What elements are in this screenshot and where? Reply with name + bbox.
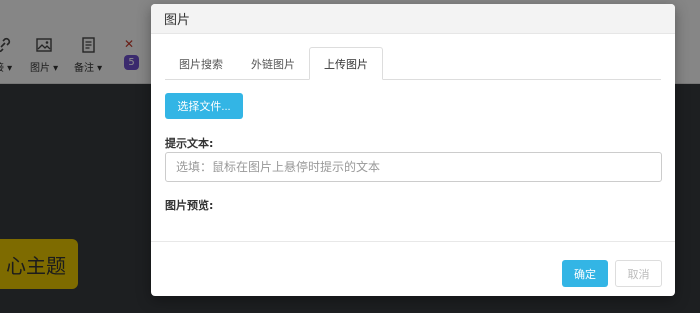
cancel-button[interactable]: 取消: [615, 260, 662, 287]
tab-external-link[interactable]: 外链图片: [237, 47, 309, 80]
image-dialog: 图片 图片搜索 外链图片 上传图片 选择文件... 提示文本: 图片预览: 确定…: [151, 4, 675, 296]
app-stage: 接 ▾ 图片 ▾ 备注 ▾ ✕ 5 心主题 图片 图片搜索 外链图片 上传图片: [0, 0, 700, 313]
dialog-header: 图片: [151, 4, 675, 34]
image-preview-label: 图片预览:: [165, 199, 214, 212]
ok-button[interactable]: 确定: [562, 260, 608, 287]
choose-file-button[interactable]: 选择文件...: [165, 93, 243, 119]
dialog-title: 图片: [164, 13, 191, 28]
dialog-footer: 确定 取消: [151, 241, 675, 296]
hint-text-label: 提示文本:: [165, 137, 214, 150]
tab-image-search[interactable]: 图片搜索: [165, 47, 237, 80]
dialog-tabs: 图片搜索 外链图片 上传图片: [165, 47, 661, 80]
hint-text-input[interactable]: [165, 152, 662, 182]
tab-upload-image[interactable]: 上传图片: [309, 47, 383, 80]
